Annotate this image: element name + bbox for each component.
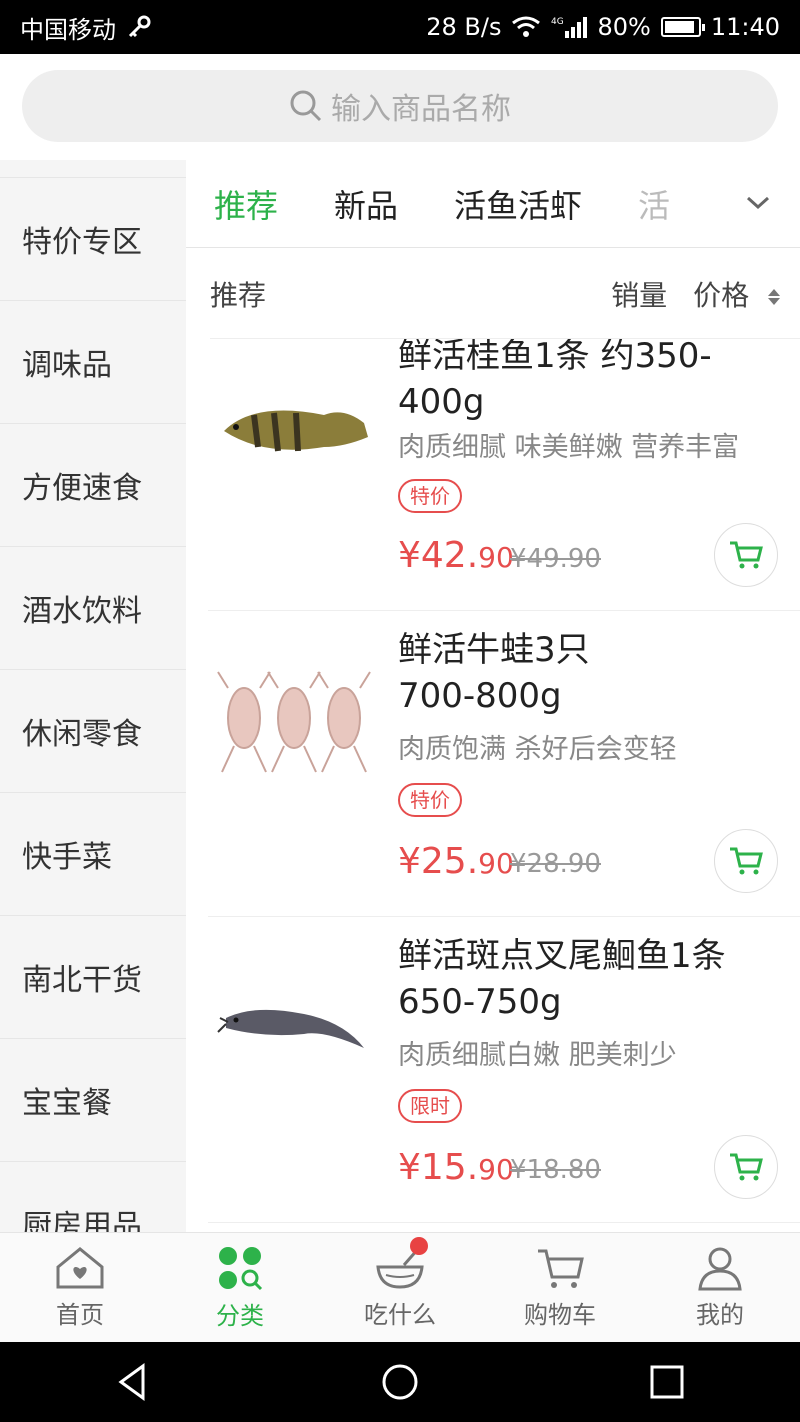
search-icon xyxy=(290,90,322,122)
price-decimal: 90 xyxy=(478,1153,514,1186)
product-price: ¥42.90 xyxy=(398,535,514,576)
home-circle-icon[interactable] xyxy=(380,1362,420,1402)
cart-icon xyxy=(730,541,763,569)
product-image-catfish xyxy=(217,1009,364,1048)
sidebar-spacer xyxy=(0,160,186,178)
sidebar-item-quick-dishes[interactable]: 快手菜 xyxy=(0,793,186,916)
nav-category[interactable]: 分类 xyxy=(160,1233,320,1342)
home-icon xyxy=(56,1247,104,1289)
clock: 11:40 xyxy=(710,13,780,41)
tab-new[interactable]: 新品 xyxy=(306,181,426,227)
product-card[interactable]: 鲜活斑点叉尾鮰鱼1条 650-750g 肉质细腻白嫩 肥美刺少 限时 ¥15.9… xyxy=(208,917,800,1223)
product-old-price: ¥28.90 xyxy=(510,849,601,879)
add-to-cart-button[interactable] xyxy=(714,523,778,587)
category-tabs: 推荐 新品 活鱼活虾 活 xyxy=(186,160,800,248)
product-image-bullfrog xyxy=(217,671,371,773)
add-to-cart-button[interactable] xyxy=(714,829,778,893)
product-old-price: ¥49.90 xyxy=(510,544,601,574)
cart-icon xyxy=(730,1153,763,1181)
tab-overflow[interactable]: 活 xyxy=(638,181,678,227)
nav-mine-label: 我的 xyxy=(696,1301,744,1329)
price-main: ¥42. xyxy=(398,535,479,576)
sort-sales[interactable]: 销量 xyxy=(611,274,667,314)
product-old-price: ¥18.80 xyxy=(510,1155,601,1185)
notification-dot xyxy=(410,1237,428,1255)
product-tag: 限时 xyxy=(398,1089,462,1123)
tab-recommend[interactable]: 推荐 xyxy=(186,181,306,227)
product-image-mandarin-fish xyxy=(224,410,368,452)
product-name[interactable]: 鲜活桂鱼1条 约350-400g xyxy=(398,339,788,425)
category-icon xyxy=(219,1247,263,1291)
product-price: ¥15.90 xyxy=(398,1147,514,1188)
nav-category-label: 分类 xyxy=(216,1302,264,1330)
recents-icon[interactable] xyxy=(647,1362,687,1402)
battery-percent: 80% xyxy=(597,13,651,41)
product-tag: 特价 xyxy=(398,783,462,817)
price-decimal: 90 xyxy=(478,541,514,574)
sidebar-item-snacks[interactable]: 休闲零食 xyxy=(0,670,186,793)
nav-home-label: 首页 xyxy=(56,1301,104,1329)
price-main: ¥25. xyxy=(398,841,479,882)
network-speed: 28 B/s xyxy=(426,13,502,41)
back-icon[interactable] xyxy=(113,1362,153,1402)
nav-cart[interactable]: 购物车 xyxy=(480,1233,640,1342)
product-tag: 特价 xyxy=(398,479,462,513)
sort-price[interactable]: 价格 xyxy=(693,274,780,314)
cart-icon xyxy=(730,847,763,875)
chevron-down-icon[interactable] xyxy=(744,188,772,216)
signal-icon: 4G xyxy=(551,17,588,38)
shopping-cart-icon xyxy=(538,1249,584,1288)
sort-bar: 推荐 销量 价格 xyxy=(210,249,800,339)
category-sidebar: 特价专区 调味品 方便速食 酒水饮料 休闲零食 快手菜 南北干货 宝宝餐 厨房用… xyxy=(0,160,186,1232)
product-desc: 肉质饱满 杀好后会变轻 xyxy=(398,734,677,765)
nav-what-to-eat-label: 吃什么 xyxy=(364,1301,436,1329)
sort-title: 推荐 xyxy=(210,278,267,312)
product-name[interactable]: 鲜活斑点叉尾鮰鱼1条 650-750g xyxy=(398,933,788,1025)
sort-price-label: 价格 xyxy=(693,278,750,312)
battery-icon xyxy=(660,17,705,37)
nav-mine[interactable]: 我的 xyxy=(640,1233,800,1342)
product-desc: 肉质细腻 味美鲜嫩 营养丰富 xyxy=(398,432,740,463)
product-price: ¥25.90 xyxy=(398,841,514,882)
product-desc: 肉质细腻白嫩 肥美刺少 xyxy=(398,1040,677,1071)
nav-cart-label: 购物车 xyxy=(524,1301,596,1329)
sort-arrows-icon xyxy=(768,288,780,305)
nav-home[interactable]: 首页 xyxy=(0,1233,160,1342)
search-input[interactable]: 输入商品名称 xyxy=(22,70,778,142)
user-icon xyxy=(698,1247,742,1291)
tab-live-seafood[interactable]: 活鱼活虾 xyxy=(426,181,610,227)
key-icon xyxy=(128,15,151,38)
system-nav-bar xyxy=(0,1342,800,1422)
product-card[interactable]: 鲜活牛蛙3只 700-800g 肉质饱满 杀好后会变轻 特价 ¥25.90 ¥2… xyxy=(208,611,800,917)
product-list: 鲜活桂鱼1条 约350-400g 肉质细腻 味美鲜嫩 营养丰富 特价 ¥42.9… xyxy=(208,339,800,1232)
status-bar: 中国移动 28 B/s 4G 80% 11:40 xyxy=(0,0,800,54)
sidebar-item-baby-food[interactable]: 宝宝餐 xyxy=(0,1039,186,1162)
sidebar-item-kitchen[interactable]: 厨房用品 xyxy=(0,1162,186,1232)
add-to-cart-button[interactable] xyxy=(714,1135,778,1199)
nav-what-to-eat[interactable]: 吃什么 xyxy=(320,1233,480,1342)
sidebar-item-dry-goods[interactable]: 南北干货 xyxy=(0,916,186,1039)
product-name[interactable]: 鲜活牛蛙3只 700-800g xyxy=(398,627,788,719)
wifi-icon xyxy=(512,16,541,37)
sidebar-item-instant-food[interactable]: 方便速食 xyxy=(0,424,186,547)
price-decimal: 90 xyxy=(478,847,514,880)
product-card[interactable]: 鲜活桂鱼1条 约350-400g 肉质细腻 味美鲜嫩 营养丰富 特价 ¥42.9… xyxy=(208,339,800,611)
sidebar-item-special[interactable]: 特价专区 xyxy=(0,178,186,301)
search-area: 输入商品名称 xyxy=(0,54,800,160)
carrier: 中国移动 xyxy=(20,15,116,44)
search-placeholder: 输入商品名称 xyxy=(331,92,511,127)
svg-text:4G: 4G xyxy=(551,17,564,27)
sidebar-item-drinks[interactable]: 酒水饮料 xyxy=(0,547,186,670)
price-main: ¥15. xyxy=(398,1147,479,1188)
sidebar-item-condiments[interactable]: 调味品 xyxy=(0,301,186,424)
bottom-navigation: 首页 分类 吃什么 购物车 我的 xyxy=(0,1232,800,1342)
